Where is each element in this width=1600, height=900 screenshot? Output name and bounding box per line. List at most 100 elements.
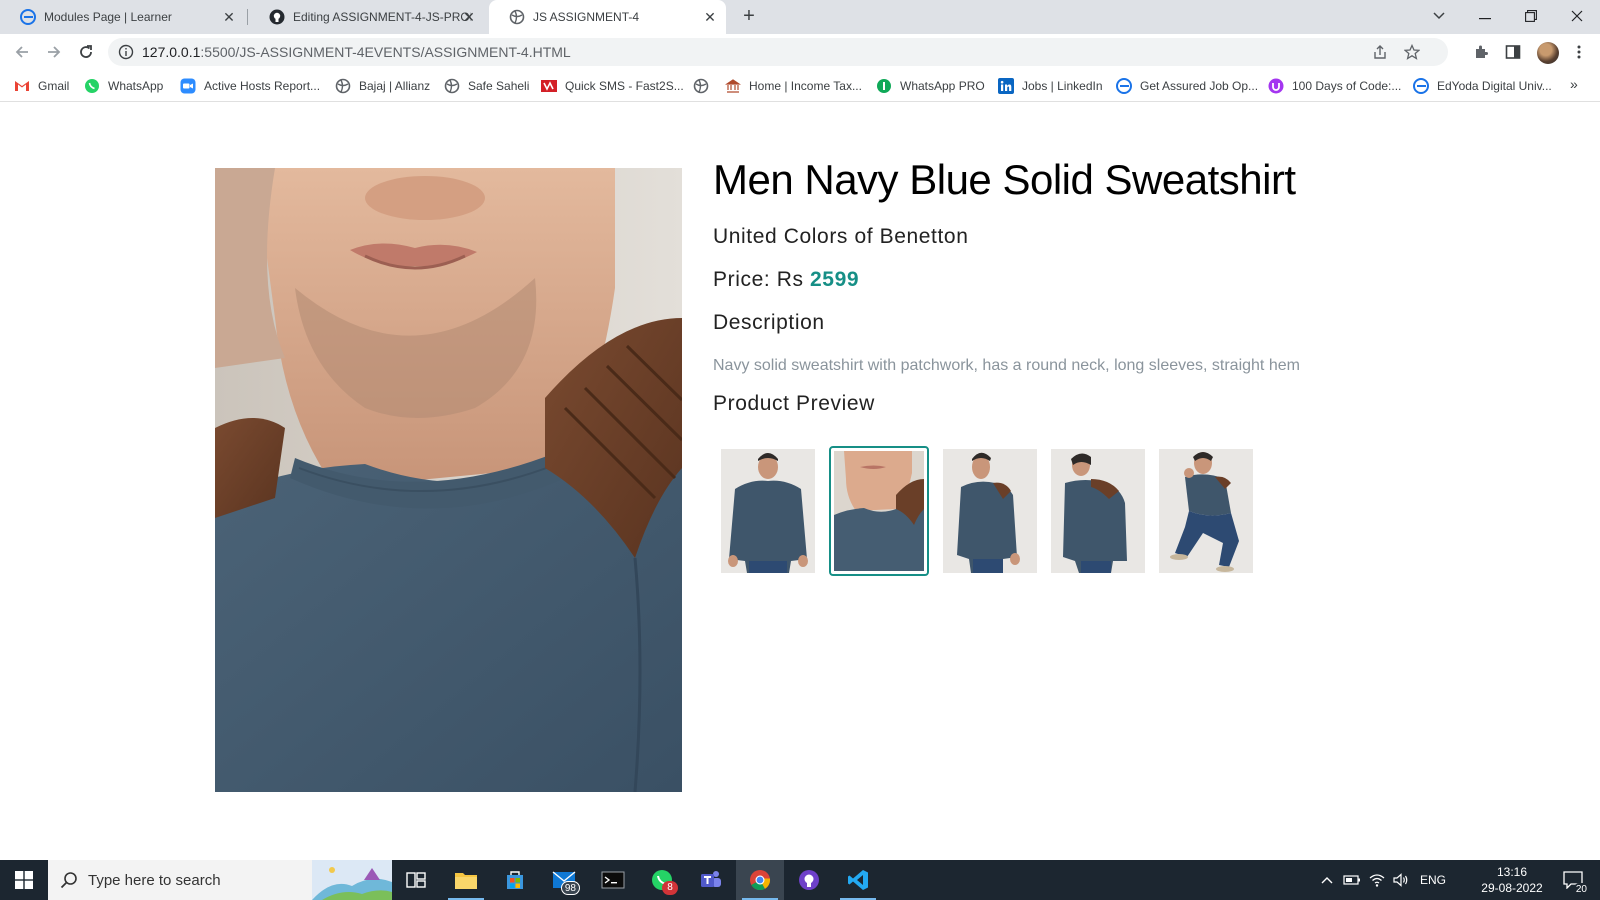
browser-tab-strip: Modules Page | Learner ✕ Editing ASSIGNM… [0, 0, 1600, 34]
task-view-button[interactable] [392, 860, 440, 900]
extensions-icon[interactable] [1471, 42, 1491, 62]
bookmark-edyoda[interactable]: EdYoda Digital Univ... [1413, 76, 1552, 96]
search-icon [60, 871, 78, 894]
volume-icon[interactable] [1390, 860, 1412, 900]
github-desktop-app[interactable] [785, 860, 833, 900]
clock-time: 13:16 [1496, 865, 1528, 879]
taskbar-clock[interactable]: 13:16 29-08-2022 [1477, 864, 1547, 896]
address-bar[interactable]: 127.0.0.1:5500/JS-ASSIGNMENT-4EVENTS/ASS… [108, 38, 1448, 66]
preview-thumbnail[interactable] [1051, 449, 1145, 573]
notification-count: 20 [1572, 883, 1590, 897]
microsoft-store-app[interactable] [491, 860, 539, 900]
bookmark-label: WhatsApp PRO [900, 79, 985, 93]
language-indicator[interactable]: ENG [1416, 860, 1450, 900]
site-info-icon[interactable] [118, 44, 134, 60]
file-explorer-app[interactable] [442, 860, 490, 900]
preview-thumbnail[interactable] [1159, 449, 1253, 573]
taskbar-search-box[interactable]: Type here to search [48, 860, 392, 900]
bookmark-label: Bajaj | Allianz [359, 79, 431, 93]
notification-center-button[interactable]: 20 [1552, 860, 1594, 900]
tab-divider [247, 9, 248, 25]
whatsapp-badge: 8 [662, 881, 678, 895]
bookmark-untitled[interactable] [693, 76, 717, 96]
bookmark-whatsapp[interactable]: WhatsApp [84, 76, 163, 96]
vscode-app[interactable] [834, 860, 882, 900]
tab-js-assignment[interactable]: JS ASSIGNMENT-4 ✕ [489, 0, 726, 34]
url-text[interactable]: 127.0.0.1:5500/JS-ASSIGNMENT-4EVENTS/ASS… [142, 44, 571, 60]
browser-toolbar: 127.0.0.1:5500/JS-ASSIGNMENT-4EVENTS/ASS… [0, 34, 1600, 70]
whatsapp-pro-icon [876, 78, 892, 94]
product-title: Men Navy Blue Solid Sweatshirt [713, 156, 1296, 203]
tab-modules-page[interactable]: Modules Page | Learner ✕ [0, 0, 245, 34]
bookmark-safe-saheli[interactable]: Safe Saheli [444, 76, 529, 96]
windows-start-button[interactable] [0, 860, 48, 900]
description-text: Navy solid sweatshirt with patchwork, ha… [713, 357, 1300, 374]
bookmark-label: Get Assured Job Op... [1140, 79, 1259, 93]
gmail-icon [14, 78, 30, 94]
clock-date: 29-08-2022 [1481, 881, 1543, 895]
show-hidden-icons-button[interactable] [1317, 860, 1337, 900]
share-icon[interactable] [1370, 42, 1390, 62]
new-tab-button[interactable]: + [737, 5, 761, 29]
bookmark-label: Safe Saheli [468, 79, 530, 93]
bookmark-label: Home | Income Tax... [749, 79, 862, 93]
tab-search-button[interactable] [1416, 0, 1462, 34]
close-icon[interactable]: ✕ [461, 9, 477, 25]
description-heading: Description [713, 311, 825, 334]
bookmark-bajaj-allianz[interactable]: Bajaj | Allianz [335, 76, 430, 96]
chrome-app[interactable] [736, 860, 784, 900]
globe-icon [693, 78, 709, 94]
globe-icon [509, 9, 525, 25]
url-path: :5500/JS-ASSIGNMENT-4EVENTS/ASSIGNMENT-4… [200, 44, 571, 60]
reload-button[interactable] [74, 40, 98, 64]
github-icon [269, 9, 285, 25]
main-product-image [215, 168, 682, 792]
windows-taskbar: Type here to search 98 8 ENG 13:16 29-08… [0, 860, 1600, 900]
preview-thumbnail[interactable] [943, 449, 1037, 573]
close-icon[interactable]: ✕ [702, 9, 718, 25]
bookmark-income-tax[interactable]: Home | Income Tax... [725, 76, 862, 96]
wifi-icon[interactable] [1366, 860, 1388, 900]
globe-icon [335, 78, 351, 94]
back-button[interactable] [10, 40, 34, 64]
teams-app[interactable] [687, 860, 735, 900]
mail-badge: 98 [560, 881, 580, 895]
minimize-button[interactable] [1462, 0, 1508, 34]
bookmark-100-days-code[interactable]: 100 Days of Code:... [1268, 76, 1401, 96]
bookmark-label: 100 Days of Code:... [1292, 79, 1402, 93]
whatsapp-app[interactable]: 8 [638, 860, 686, 900]
kebab-menu-icon[interactable] [1569, 42, 1589, 62]
bookmark-label: Jobs | LinkedIn [1022, 79, 1103, 93]
battery-icon[interactable] [1341, 860, 1363, 900]
bookmark-whatsapp-pro[interactable]: WhatsApp PRO [876, 76, 985, 96]
sms-icon [541, 78, 557, 94]
bookmark-label: Active Hosts Report... [204, 79, 321, 93]
url-host: 127.0.0.1 [142, 44, 201, 60]
preview-thumbnail[interactable] [721, 449, 815, 573]
bookmark-quick-sms[interactable]: Quick SMS - Fast2S... [541, 76, 684, 96]
edyoda-icon [20, 9, 36, 25]
tab-editing-assignment[interactable]: Editing ASSIGNMENT-4-JS-PROD ✕ [249, 0, 485, 34]
bookmark-star-icon[interactable] [1402, 42, 1422, 62]
side-panel-icon[interactable] [1503, 42, 1523, 62]
price-label: Price: Rs [713, 268, 804, 291]
close-window-button[interactable] [1554, 0, 1600, 34]
forward-button[interactable] [42, 40, 66, 64]
edyoda-icon [1413, 78, 1429, 94]
profile-avatar[interactable] [1537, 42, 1559, 64]
page-content: Men Navy Blue Solid Sweatshirt United Co… [0, 102, 1600, 860]
udemy-icon [1268, 78, 1284, 94]
search-placeholder: Type here to search [88, 872, 221, 889]
restore-button[interactable] [1508, 0, 1554, 34]
bookmark-active-hosts[interactable]: Active Hosts Report... [180, 76, 320, 96]
preview-thumbnail-active[interactable] [829, 446, 929, 576]
bookmarks-overflow-button[interactable]: » [1570, 76, 1578, 92]
bookmark-gmail[interactable]: Gmail [14, 76, 69, 96]
mail-app[interactable]: 98 [540, 860, 588, 900]
close-icon[interactable]: ✕ [221, 9, 237, 25]
bookmark-linkedin-jobs[interactable]: Jobs | LinkedIn [998, 76, 1103, 96]
bookmark-label: WhatsApp [108, 79, 164, 93]
bookmark-assured-job[interactable]: Get Assured Job Op... [1116, 76, 1258, 96]
income-tax-icon [725, 78, 741, 94]
terminal-app[interactable] [589, 860, 637, 900]
